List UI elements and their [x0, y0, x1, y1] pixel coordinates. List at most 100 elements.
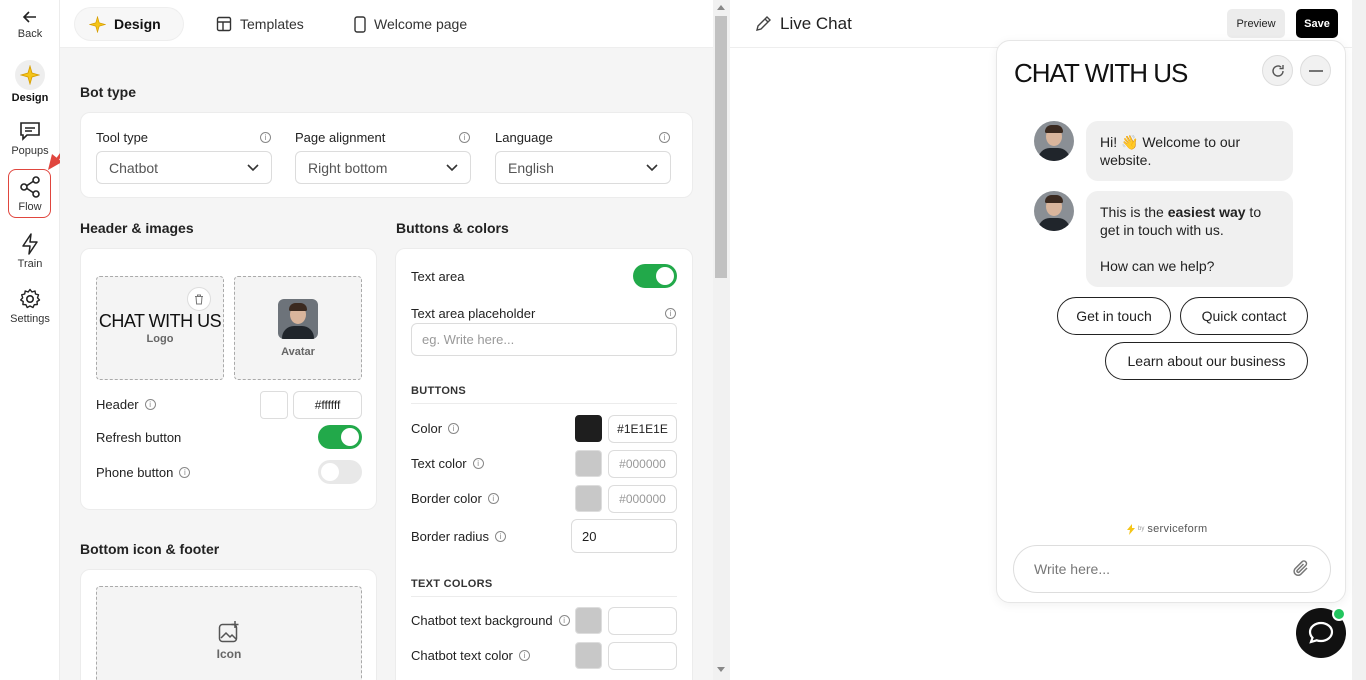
refresh-label-text: Refresh button — [96, 430, 182, 445]
tab-templates[interactable]: Templates — [202, 8, 318, 40]
text-color-label-text: Text color — [411, 456, 467, 471]
border-radius-input[interactable]: 20 — [571, 519, 677, 553]
bot-message-1-text: Hi! 👋 Welcome to our website. — [1100, 134, 1241, 168]
save-button-label: Save — [1304, 17, 1330, 30]
info-icon[interactable]: i — [472, 458, 484, 469]
save-button[interactable]: Save — [1296, 9, 1338, 38]
header-color-input[interactable]: #ffffff — [293, 391, 362, 419]
alignment-label: Page alignment — [295, 130, 385, 145]
nav-item-flow[interactable]: Flow — [4, 176, 56, 213]
bot-avatar — [1034, 191, 1074, 231]
preview-button-label: Preview — [1236, 17, 1276, 30]
chat-input[interactable]: Write here... — [1013, 545, 1331, 593]
buttons-colors-title: Buttons & colors — [396, 220, 509, 236]
placeholder-hint: eg. Write here... — [422, 332, 515, 347]
header-color-swatch[interactable] — [260, 391, 288, 419]
nav-item-design[interactable]: Design — [4, 60, 56, 104]
logo-text: CHAT WITH US — [98, 311, 222, 331]
refresh-button[interactable] — [1262, 55, 1293, 86]
info-icon[interactable]: i — [518, 650, 530, 661]
text-color-swatch[interactable] — [575, 450, 602, 477]
info-icon[interactable]: i — [448, 423, 460, 434]
chatbot-text-label: Chatbot text color i — [411, 648, 530, 663]
alignment-value: Right bottom — [308, 159, 388, 176]
phone-toggle[interactable] — [318, 460, 362, 484]
border-color-swatch[interactable] — [575, 485, 602, 512]
border-color-input[interactable]: #000000 — [608, 485, 677, 513]
nav-label-train: Train — [17, 258, 43, 270]
info-icon[interactable]: i — [487, 493, 499, 504]
text-area-toggle[interactable] — [633, 264, 677, 288]
avatar-upload[interactable]: Avatar — [234, 276, 362, 380]
tool-type-select[interactable]: Chatbot — [96, 151, 272, 184]
chatbot-text-input[interactable] — [608, 642, 677, 670]
powered-by-label: by — [1138, 526, 1145, 532]
text-area-label-text: Text area — [411, 269, 465, 284]
header-color-value: #ffffff — [314, 398, 341, 412]
chatbot-text-swatch[interactable] — [575, 642, 602, 669]
info-icon[interactable]: i — [260, 132, 271, 143]
info-icon[interactable]: i — [179, 467, 191, 478]
chat-input-placeholder: Write here... — [1034, 561, 1110, 577]
tab-welcome-page[interactable]: Welcome page — [340, 8, 481, 40]
text-color-input[interactable]: #000000 — [608, 450, 677, 478]
logo-caption: Logo — [146, 333, 174, 345]
chevron-down-icon — [247, 163, 259, 171]
preview-button[interactable]: Preview — [1227, 9, 1285, 38]
logo-upload[interactable]: CHAT WITH US Logo — [96, 276, 224, 380]
bolt-icon — [1127, 523, 1135, 535]
border-radius-value: 20 — [582, 528, 597, 544]
nav-item-settings[interactable]: Settings — [4, 288, 56, 325]
info-icon[interactable]: i — [558, 615, 570, 626]
info-icon[interactable]: i — [459, 132, 470, 143]
refresh-toggle[interactable] — [318, 425, 362, 449]
share-icon — [20, 176, 40, 198]
text-color-value: #000000 — [619, 457, 666, 471]
preview-scrollbar[interactable] — [1352, 0, 1366, 680]
info-icon[interactable]: i — [495, 531, 507, 542]
trash-icon[interactable] — [187, 287, 211, 311]
chat-header-title: CHAT WITH US — [1014, 58, 1188, 88]
alignment-select[interactable]: Right bottom — [295, 151, 471, 184]
tool-type-value: Chatbot — [109, 159, 159, 176]
header-images-card: CHAT WITH US Logo Avatar Header i #ffffff… — [80, 248, 377, 510]
nav-item-train[interactable]: Train — [4, 233, 56, 270]
bot-message-1: Hi! 👋 Welcome to our website. — [1086, 121, 1293, 181]
border-color-value: #000000 — [619, 492, 666, 506]
scroll-down-arrow-icon[interactable] — [716, 666, 726, 674]
minimize-button[interactable] — [1300, 55, 1331, 86]
tab-design[interactable]: Design — [75, 8, 183, 40]
info-icon[interactable]: i — [144, 399, 156, 410]
paperclip-icon[interactable] — [1292, 559, 1310, 579]
panel-scrollbar-thumb[interactable] — [715, 16, 727, 278]
color-swatch[interactable] — [575, 415, 602, 442]
editor-tabs: Design Templates Welcome page — [60, 0, 713, 48]
pencil-icon[interactable] — [754, 15, 772, 33]
sparkle-icon — [89, 15, 106, 33]
divider — [411, 403, 677, 404]
info-icon[interactable]: i — [665, 308, 676, 319]
lightning-icon — [22, 233, 38, 255]
gear-icon — [20, 288, 41, 309]
option-quick-contact[interactable]: Quick contact — [1180, 297, 1308, 335]
text-area-label: Text area — [411, 269, 464, 284]
phone-label: Phone button i — [96, 465, 191, 480]
placeholder-input[interactable]: eg. Write here... — [411, 323, 677, 356]
language-select[interactable]: English — [495, 151, 671, 184]
language-value: English — [508, 159, 554, 176]
placeholder-label-text: Text area placeholder — [411, 306, 536, 321]
chatbot-bg-swatch[interactable] — [575, 607, 602, 634]
language-label: Language — [495, 130, 553, 145]
tab-templates-label: Templates — [240, 16, 304, 32]
chatbot-bg-label: Chatbot text background i — [411, 613, 570, 628]
option-learn-business[interactable]: Learn about our business — [1105, 342, 1308, 380]
icon-upload[interactable]: Icon — [96, 586, 362, 680]
option-get-in-touch[interactable]: Get in touch — [1057, 297, 1171, 335]
info-icon[interactable]: i — [659, 132, 670, 143]
tab-design-label: Design — [114, 16, 161, 32]
color-input[interactable]: #1E1E1E — [608, 415, 677, 443]
back-button[interactable]: Back — [4, 9, 56, 40]
scroll-up-arrow-icon[interactable] — [716, 3, 726, 11]
refresh-icon — [1271, 64, 1284, 77]
chatbot-bg-input[interactable] — [608, 607, 677, 635]
